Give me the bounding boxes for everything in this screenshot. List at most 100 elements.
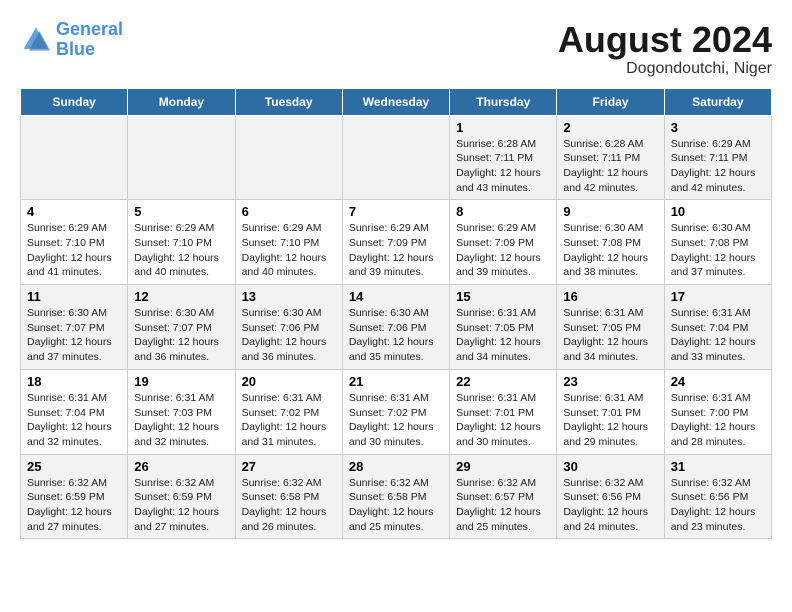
calendar-subtitle: Dogondoutchi, Niger: [558, 60, 772, 78]
day-info: Sunrise: 6:30 AMSunset: 7:08 PMDaylight:…: [671, 221, 765, 280]
day-number: 14: [349, 289, 443, 304]
calendar-cell: 3Sunrise: 6:29 AMSunset: 7:11 PMDaylight…: [664, 115, 771, 200]
day-info: Sunrise: 6:30 AMSunset: 7:07 PMDaylight:…: [134, 306, 228, 365]
day-number: 31: [671, 459, 765, 474]
calendar-cell: 24Sunrise: 6:31 AMSunset: 7:00 PMDayligh…: [664, 369, 771, 454]
calendar-cell: 19 Sunrise: 6:31 AMSunset: 7:03 PMDayligh…: [128, 369, 235, 454]
calendar-week-4: 18 Sunrise: 6:31 AMSunset: 7:04 PMDayligh…: [21, 369, 772, 454]
calendar-cell: 20 Sunrise: 6:31 AMSunset: 7:02 PMDayligh…: [235, 369, 342, 454]
day-number: 12: [134, 289, 228, 304]
page-header: General Blue August 2024 Dogondoutchi, N…: [20, 20, 772, 78]
day-number: 27: [242, 459, 336, 474]
day-info: Sunrise: 6:31 AMSunset: 7:00 PMDaylight:…: [671, 391, 765, 450]
day-number: 7: [349, 204, 443, 219]
day-info: Sunrise: 6:29 AMSunset: 7:11 PMDaylight:…: [671, 137, 765, 196]
day-info: Sunrise: 6:32 AMSunset: 6:59 PMDaylight:…: [134, 476, 228, 535]
calendar-cell: [21, 115, 128, 200]
day-number: 17: [671, 289, 765, 304]
header-cell-thursday: Thursday: [450, 88, 557, 115]
day-info: Sunrise: 6:32 AMSunset: 6:59 PMDaylight:…: [27, 476, 121, 535]
calendar-cell: [235, 115, 342, 200]
calendar-cell: 9Sunrise: 6:30 AMSunset: 7:08 PMDaylight…: [557, 200, 664, 285]
day-info: Sunrise: 6:29 AMSunset: 7:09 PMDaylight:…: [349, 221, 443, 280]
day-info: Sunrise: 6:30 AMSunset: 7:07 PMDaylight:…: [27, 306, 121, 365]
day-number: 8: [456, 204, 550, 219]
calendar-body: 1 Sunrise: 6:28 AMSunset: 7:11 PMDaylight…: [21, 115, 772, 539]
header-cell-monday: Monday: [128, 88, 235, 115]
calendar-cell: 8 Sunrise: 6:29 AMSunset: 7:09 PMDaylight…: [450, 200, 557, 285]
calendar-week-5: 25 Sunrise: 6:32 AMSunset: 6:59 PMDayligh…: [21, 454, 772, 539]
day-number: 20: [242, 374, 336, 389]
calendar-header: SundayMondayTuesdayWednesdayThursdayFrid…: [21, 88, 772, 115]
day-info: Sunrise: 6:31 AMSunset: 7:03 PMDaylight:…: [134, 391, 228, 450]
calendar-cell: [342, 115, 449, 200]
calendar-cell: 23 Sunrise: 6:31 AMSunset: 7:01 PMDayligh…: [557, 369, 664, 454]
header-cell-wednesday: Wednesday: [342, 88, 449, 115]
logo: General Blue: [20, 20, 123, 60]
day-info: Sunrise: 6:31 AMSunset: 7:05 PMDaylight:…: [563, 306, 657, 365]
calendar-week-3: 11 Sunrise: 6:30 AMSunset: 7:07 PMDayligh…: [21, 285, 772, 370]
day-number: 25: [27, 459, 121, 474]
day-info: Sunrise: 6:31 AMSunset: 7:04 PMDaylight:…: [671, 306, 765, 365]
day-info: Sunrise: 6:31 AMSunset: 7:01 PMDaylight:…: [456, 391, 550, 450]
calendar-cell: 15Sunrise: 6:31 AMSunset: 7:05 PMDayligh…: [450, 285, 557, 370]
calendar-cell: 2 Sunrise: 6:28 AMSunset: 7:11 PMDaylight…: [557, 115, 664, 200]
day-number: 28: [349, 459, 443, 474]
day-info: Sunrise: 6:32 AMSunset: 6:56 PMDaylight:…: [563, 476, 657, 535]
day-number: 2: [563, 120, 657, 135]
calendar-cell: 10 Sunrise: 6:30 AMSunset: 7:08 PMDayligh…: [664, 200, 771, 285]
day-number: 30: [563, 459, 657, 474]
day-info: Sunrise: 6:32 AMSunset: 6:58 PMDaylight:…: [242, 476, 336, 535]
day-info: Sunrise: 6:31 AMSunset: 7:02 PMDaylight:…: [349, 391, 443, 450]
calendar-week-1: 1 Sunrise: 6:28 AMSunset: 7:11 PMDaylight…: [21, 115, 772, 200]
day-info: Sunrise: 6:31 AMSunset: 7:04 PMDaylight:…: [27, 391, 121, 450]
day-number: 23: [563, 374, 657, 389]
day-info: Sunrise: 6:32 AMSunset: 6:58 PMDaylight:…: [349, 476, 443, 535]
calendar-cell: 5 Sunrise: 6:29 AMSunset: 7:10 PMDaylight…: [128, 200, 235, 285]
day-info: Sunrise: 6:29 AMSunset: 7:10 PMDaylight:…: [134, 221, 228, 280]
day-number: 13: [242, 289, 336, 304]
calendar-cell: 29Sunrise: 6:32 AMSunset: 6:57 PMDayligh…: [450, 454, 557, 539]
calendar-cell: 30 Sunrise: 6:32 AMSunset: 6:56 PMDayligh…: [557, 454, 664, 539]
day-info: Sunrise: 6:31 AMSunset: 7:01 PMDaylight:…: [563, 391, 657, 450]
header-row: SundayMondayTuesdayWednesdayThursdayFrid…: [21, 88, 772, 115]
day-number: 1: [456, 120, 550, 135]
calendar-week-2: 4 Sunrise: 6:29 AMSunset: 7:10 PMDaylight…: [21, 200, 772, 285]
day-info: Sunrise: 6:31 AMSunset: 7:02 PMDaylight:…: [242, 391, 336, 450]
day-number: 5: [134, 204, 228, 219]
calendar-cell: 16Sunrise: 6:31 AMSunset: 7:05 PMDayligh…: [557, 285, 664, 370]
day-number: 10: [671, 204, 765, 219]
calendar-cell: 12 Sunrise: 6:30 AMSunset: 7:07 PMDayligh…: [128, 285, 235, 370]
day-info: Sunrise: 6:29 AMSunset: 7:10 PMDaylight:…: [27, 221, 121, 280]
logo-line2: Blue: [56, 39, 95, 59]
calendar-cell: 18 Sunrise: 6:31 AMSunset: 7:04 PMDayligh…: [21, 369, 128, 454]
calendar-table: SundayMondayTuesdayWednesdayThursdayFrid…: [20, 88, 772, 540]
calendar-cell: 27 Sunrise: 6:32 AMSunset: 6:58 PMDayligh…: [235, 454, 342, 539]
calendar-cell: 31Sunrise: 6:32 AMSunset: 6:56 PMDayligh…: [664, 454, 771, 539]
calendar-cell: 7 Sunrise: 6:29 AMSunset: 7:09 PMDaylight…: [342, 200, 449, 285]
day-number: 18: [27, 374, 121, 389]
day-number: 19: [134, 374, 228, 389]
header-cell-sunday: Sunday: [21, 88, 128, 115]
day-info: Sunrise: 6:28 AMSunset: 7:11 PMDaylight:…: [563, 137, 657, 196]
day-number: 6: [242, 204, 336, 219]
header-cell-tuesday: Tuesday: [235, 88, 342, 115]
day-number: 4: [27, 204, 121, 219]
day-info: Sunrise: 6:29 AMSunset: 7:10 PMDaylight:…: [242, 221, 336, 280]
day-info: Sunrise: 6:30 AMSunset: 7:06 PMDaylight:…: [349, 306, 443, 365]
day-number: 11: [27, 289, 121, 304]
calendar-cell: [128, 115, 235, 200]
calendar-cell: 13 Sunrise: 6:30 AMSunset: 7:06 PMDayligh…: [235, 285, 342, 370]
calendar-cell: 4 Sunrise: 6:29 AMSunset: 7:10 PMDaylight…: [21, 200, 128, 285]
calendar-cell: 22Sunrise: 6:31 AMSunset: 7:01 PMDayligh…: [450, 369, 557, 454]
logo-text: General Blue: [56, 20, 123, 60]
day-number: 9: [563, 204, 657, 219]
header-cell-saturday: Saturday: [664, 88, 771, 115]
day-info: Sunrise: 6:31 AMSunset: 7:05 PMDaylight:…: [456, 306, 550, 365]
calendar-title: August 2024: [558, 20, 772, 60]
calendar-cell: 11 Sunrise: 6:30 AMSunset: 7:07 PMDayligh…: [21, 285, 128, 370]
calendar-cell: 25 Sunrise: 6:32 AMSunset: 6:59 PMDayligh…: [21, 454, 128, 539]
day-info: Sunrise: 6:30 AMSunset: 7:06 PMDaylight:…: [242, 306, 336, 365]
day-info: Sunrise: 6:28 AMSunset: 7:11 PMDaylight:…: [456, 137, 550, 196]
day-info: Sunrise: 6:29 AMSunset: 7:09 PMDaylight:…: [456, 221, 550, 280]
